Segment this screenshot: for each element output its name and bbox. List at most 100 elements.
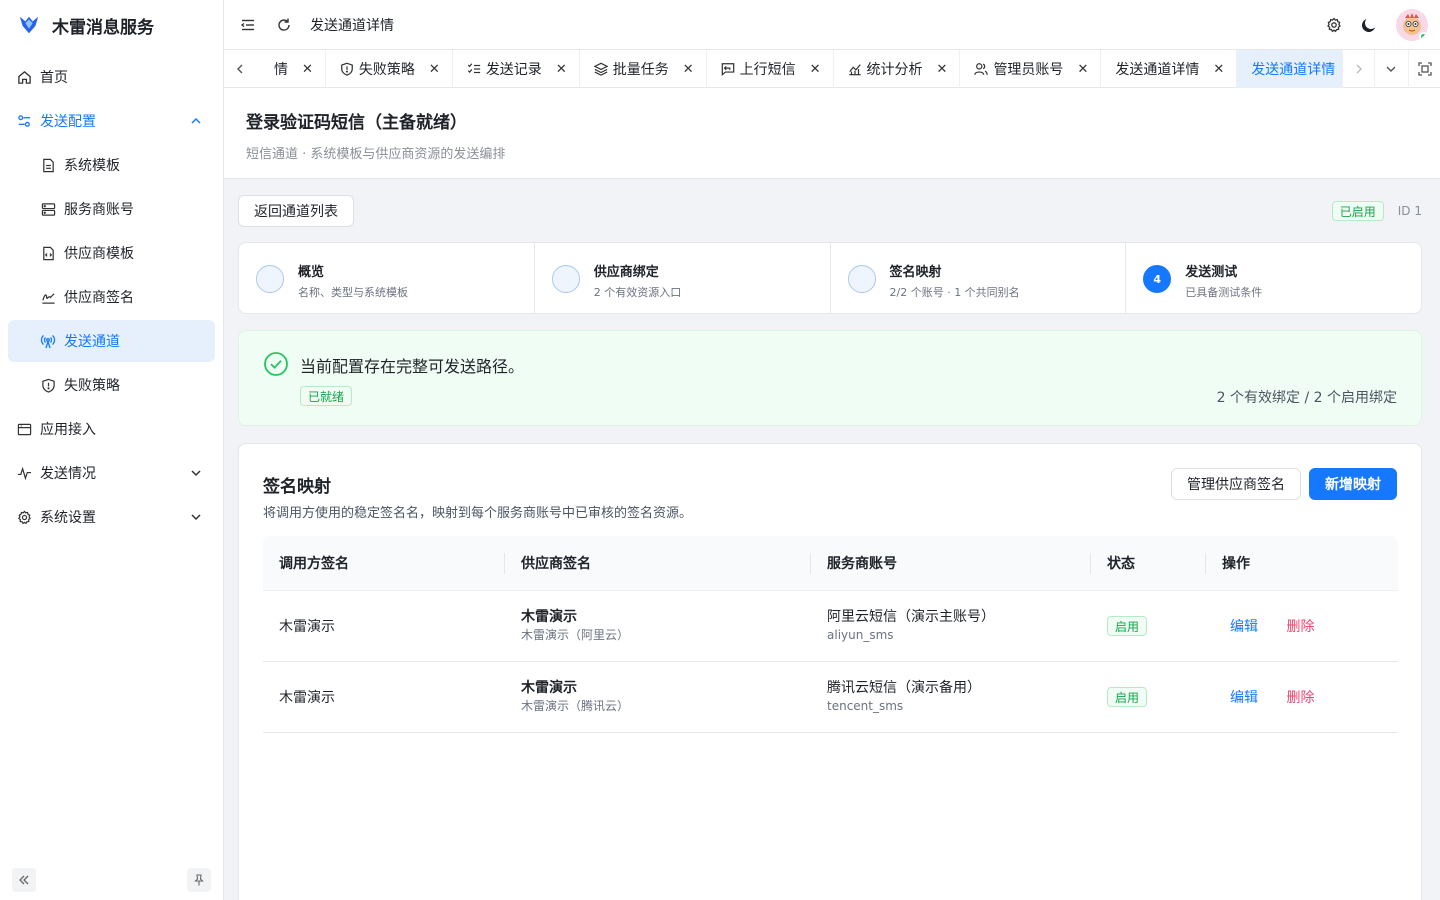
close-icon[interactable]: ✕ [302, 62, 313, 77]
step-title: 供应商绑定 [593, 265, 659, 280]
sidebar-item-failure-policy[interactable]: 失败策略 [8, 364, 215, 406]
sidebar-item-label: 发送通道 [64, 334, 120, 350]
card-subtitle: 将调用方使用的稳定签名名，映射到每个服务商账号中已审核的签名资源。 [263, 506, 693, 521]
sidebar-item-system-settings[interactable]: 系统设置 [8, 496, 215, 538]
document-icon [40, 157, 56, 173]
tab-label: 发送通道详情 [1251, 62, 1336, 78]
close-icon[interactable]: ✕ [556, 62, 567, 77]
sidebar-item-home[interactable]: 首页 [8, 56, 215, 98]
brand-logo-icon [19, 16, 39, 34]
signature-mapping-table: 调用方签名 供应商签名 服务商账号 状态 操作 木雷演示 木雷演示 木雷演示（阿… [263, 536, 1398, 733]
sidebar-item-label: 供应商签名 [64, 290, 134, 306]
app-window-icon [16, 421, 32, 437]
header-actions [1326, 0, 1428, 50]
avatar[interactable] [1396, 9, 1428, 41]
tabs-bar: 情 ✕ 失败策略 ✕ 发送记录 ✕ 批量任务 ✕ 上行短信 ✕ 统计分析 ✕ 管… [224, 50, 1440, 88]
sidebar-item-app-access[interactable]: 应用接入 [8, 408, 215, 450]
tabs-more-button[interactable] [1374, 50, 1406, 88]
step-description: 名称、类型与系统模板 [298, 286, 408, 299]
tab-failure-policy[interactable]: 失败策略 ✕ [326, 50, 453, 88]
status-badge: 启用 [1107, 687, 1148, 707]
gear-icon [1327, 17, 1341, 33]
brand-title: 木雷消息服务 [52, 17, 154, 38]
tab-channel-detail-active[interactable]: 发送通道详情 ✕ [1237, 50, 1342, 88]
signature-mapping-card: 签名映射 将调用方使用的稳定签名名，映射到每个服务商账号中已审核的签名资源。 管… [238, 443, 1422, 900]
step-send-test[interactable]: 4 发送测试 已具备测试条件 [1126, 243, 1421, 313]
pin-sidebar-button[interactable] [187, 868, 211, 892]
header-title: 发送通道详情 [310, 17, 394, 34]
step-description: 已具备测试条件 [1185, 286, 1263, 299]
sidebar-item-send-config[interactable]: 发送配置 [8, 100, 215, 142]
chevron-down-icon [189, 466, 203, 480]
tab-upstream-sms[interactable]: 上行短信 ✕ [707, 50, 834, 88]
menu-toggle-button[interactable] [238, 15, 258, 35]
double-chevron-left-icon [19, 875, 29, 885]
step-title: 概览 [298, 265, 325, 280]
sidebar-item-label: 系统模板 [64, 158, 120, 174]
step-title: 发送测试 [1185, 265, 1238, 280]
tabs-scroll-left-button[interactable] [224, 50, 256, 88]
tab-channel-detail[interactable]: 发送通道详情 ✕ [1101, 50, 1238, 88]
tab-label: 发送记录 [485, 62, 542, 78]
sidebar-item-label: 失败策略 [64, 378, 120, 394]
collapse-sidebar-button[interactable] [12, 868, 36, 892]
sidebar-item-label: 发送配置 [40, 114, 96, 130]
tab-statistics[interactable]: 统计分析 ✕ [834, 50, 961, 88]
sidebar-item-label: 供应商模板 [64, 246, 134, 262]
config-steps: 概览 名称、类型与系统模板 供应商绑定 2 个有效资源入口 签名映射 2/2 个… [238, 242, 1422, 314]
close-icon[interactable]: ✕ [937, 62, 948, 77]
delete-link[interactable]: 删除 [1286, 619, 1314, 635]
sidebar-item-provider-templates[interactable]: 供应商模板 [8, 232, 215, 274]
chevron-down-icon [1386, 66, 1395, 72]
delete-link[interactable]: 删除 [1286, 690, 1314, 706]
tabs-scroll-right-button[interactable] [1342, 50, 1374, 88]
ready-alert: 当前配置存在完整可发送路径。 已就绪 2 个有效绑定 / 2 个启用绑定 [238, 330, 1422, 426]
fullscreen-button[interactable] [1408, 50, 1440, 88]
page-subtitle: 短信通道 · 系统模板与供应商资源的发送编排 [246, 147, 506, 162]
step-title: 签名映射 [889, 265, 942, 280]
provider-account: 阿里云短信（演示主账号） [827, 609, 995, 625]
provider-account-cell: 腾讯云短信（演示备用） tencent_sms [811, 679, 1091, 715]
chart-icon [848, 62, 862, 76]
sidebar-item-system-templates[interactable]: 系统模板 [8, 144, 215, 186]
close-icon[interactable]: ✕ [1077, 62, 1088, 77]
settings-button[interactable] [1326, 17, 1342, 33]
refresh-button[interactable] [274, 15, 294, 35]
tab-partial[interactable]: 情 ✕ [256, 50, 326, 88]
sidebar-item-send-channels[interactable]: 发送通道 [8, 320, 215, 362]
add-mapping-button[interactable]: 新增映射 [1309, 468, 1397, 500]
provider-signature: 木雷演示 [521, 680, 577, 696]
close-icon[interactable]: ✕ [810, 62, 821, 77]
sidebar-footer [12, 868, 211, 892]
menu-fold-icon [240, 19, 254, 30]
sidebar-item-provider-signatures[interactable]: 供应商签名 [8, 276, 215, 318]
edit-link[interactable]: 编辑 [1230, 690, 1258, 706]
table-row: 木雷演示 木雷演示 木雷演示（腾讯云） 腾讯云短信（演示备用） tencent_… [263, 662, 1398, 733]
step-signature-mapping[interactable]: 签名映射 2/2 个账号 · 1 个共同别名 [831, 243, 1127, 313]
close-icon[interactable]: ✕ [429, 62, 440, 77]
fullscreen-icon [1417, 62, 1432, 76]
sidebar-item-send-status[interactable]: 发送情况 [8, 452, 215, 494]
tab-admin-accounts[interactable]: 管理员账号 ✕ [960, 50, 1102, 88]
provider-signature-cell: 木雷演示 木雷演示（腾讯云） [505, 679, 811, 715]
table-row: 木雷演示 木雷演示 木雷演示（阿里云） 阿里云短信（演示主账号） aliyun_… [263, 591, 1398, 662]
theme-toggle-button[interactable] [1360, 16, 1378, 34]
brand[interactable]: 木雷消息服务 [0, 0, 223, 50]
close-icon[interactable]: ✕ [1213, 62, 1224, 77]
refresh-icon [278, 18, 290, 31]
check-circle-icon [264, 352, 288, 376]
close-icon[interactable]: ✕ [683, 62, 694, 77]
sidebar-item-provider-accounts[interactable]: 服务商账号 [8, 188, 215, 230]
message-reply-icon [721, 62, 735, 76]
signature-icon [40, 289, 56, 305]
tab-label: 发送通道详情 [1115, 62, 1200, 78]
edit-link[interactable]: 编辑 [1230, 619, 1258, 635]
page-title: 登录验证码短信（主备就绪） [246, 113, 467, 133]
tab-batch-tasks[interactable]: 批量任务 ✕ [580, 50, 707, 88]
step-overview[interactable]: 概览 名称、类型与系统模板 [239, 243, 535, 313]
back-to-channel-list-button[interactable]: 返回通道列表 [238, 195, 354, 227]
step-provider-binding[interactable]: 供应商绑定 2 个有效资源入口 [535, 243, 831, 313]
tab-label: 统计分析 [866, 62, 923, 78]
manage-provider-signatures-button[interactable]: 管理供应商签名 [1171, 468, 1301, 500]
tab-send-records[interactable]: 发送记录 ✕ [453, 50, 580, 88]
